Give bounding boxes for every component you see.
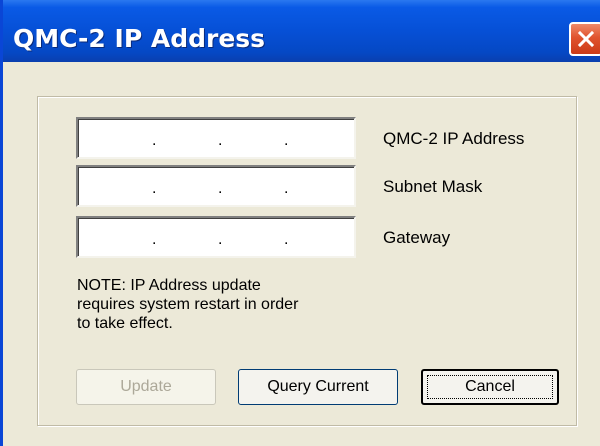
dialog-window: QMC-2 IP Address . . . QMC-2 IP Address … <box>0 0 600 446</box>
restart-note: NOTE: IP Address update requires system … <box>77 276 377 333</box>
ip-dot: . <box>284 231 289 248</box>
close-icon <box>577 30 595 48</box>
gateway-input[interactable]: . . . <box>76 216 356 258</box>
window-title: QMC-2 IP Address <box>13 24 266 53</box>
ip-dot: . <box>218 132 223 149</box>
ip-address-label: QMC-2 IP Address <box>383 129 525 148</box>
focus-ring <box>427 375 553 399</box>
ip-address-input[interactable]: . . . <box>76 117 356 159</box>
cancel-button[interactable]: Cancel <box>421 369 559 405</box>
title-bar[interactable]: QMC-2 IP Address <box>3 0 600 62</box>
ip-dot: . <box>218 231 223 248</box>
ip-dot: . <box>152 231 157 248</box>
ip-dot: . <box>152 180 157 197</box>
ip-dot: . <box>284 132 289 149</box>
update-button[interactable]: Update <box>76 369 216 405</box>
close-button[interactable] <box>569 22 600 56</box>
ip-dot: . <box>284 180 289 197</box>
note-line: requires system restart in order <box>77 296 299 313</box>
ip-dot: . <box>218 180 223 197</box>
ip-dot: . <box>152 132 157 149</box>
gateway-label: Gateway <box>383 228 451 247</box>
query-current-button[interactable]: Query Current <box>238 369 398 405</box>
subnet-mask-input[interactable]: . . . <box>76 165 356 207</box>
subnet-mask-label: Subnet Mask <box>383 177 483 196</box>
note-line: to take effect. <box>77 315 173 332</box>
note-line: NOTE: IP Address update <box>77 277 261 294</box>
